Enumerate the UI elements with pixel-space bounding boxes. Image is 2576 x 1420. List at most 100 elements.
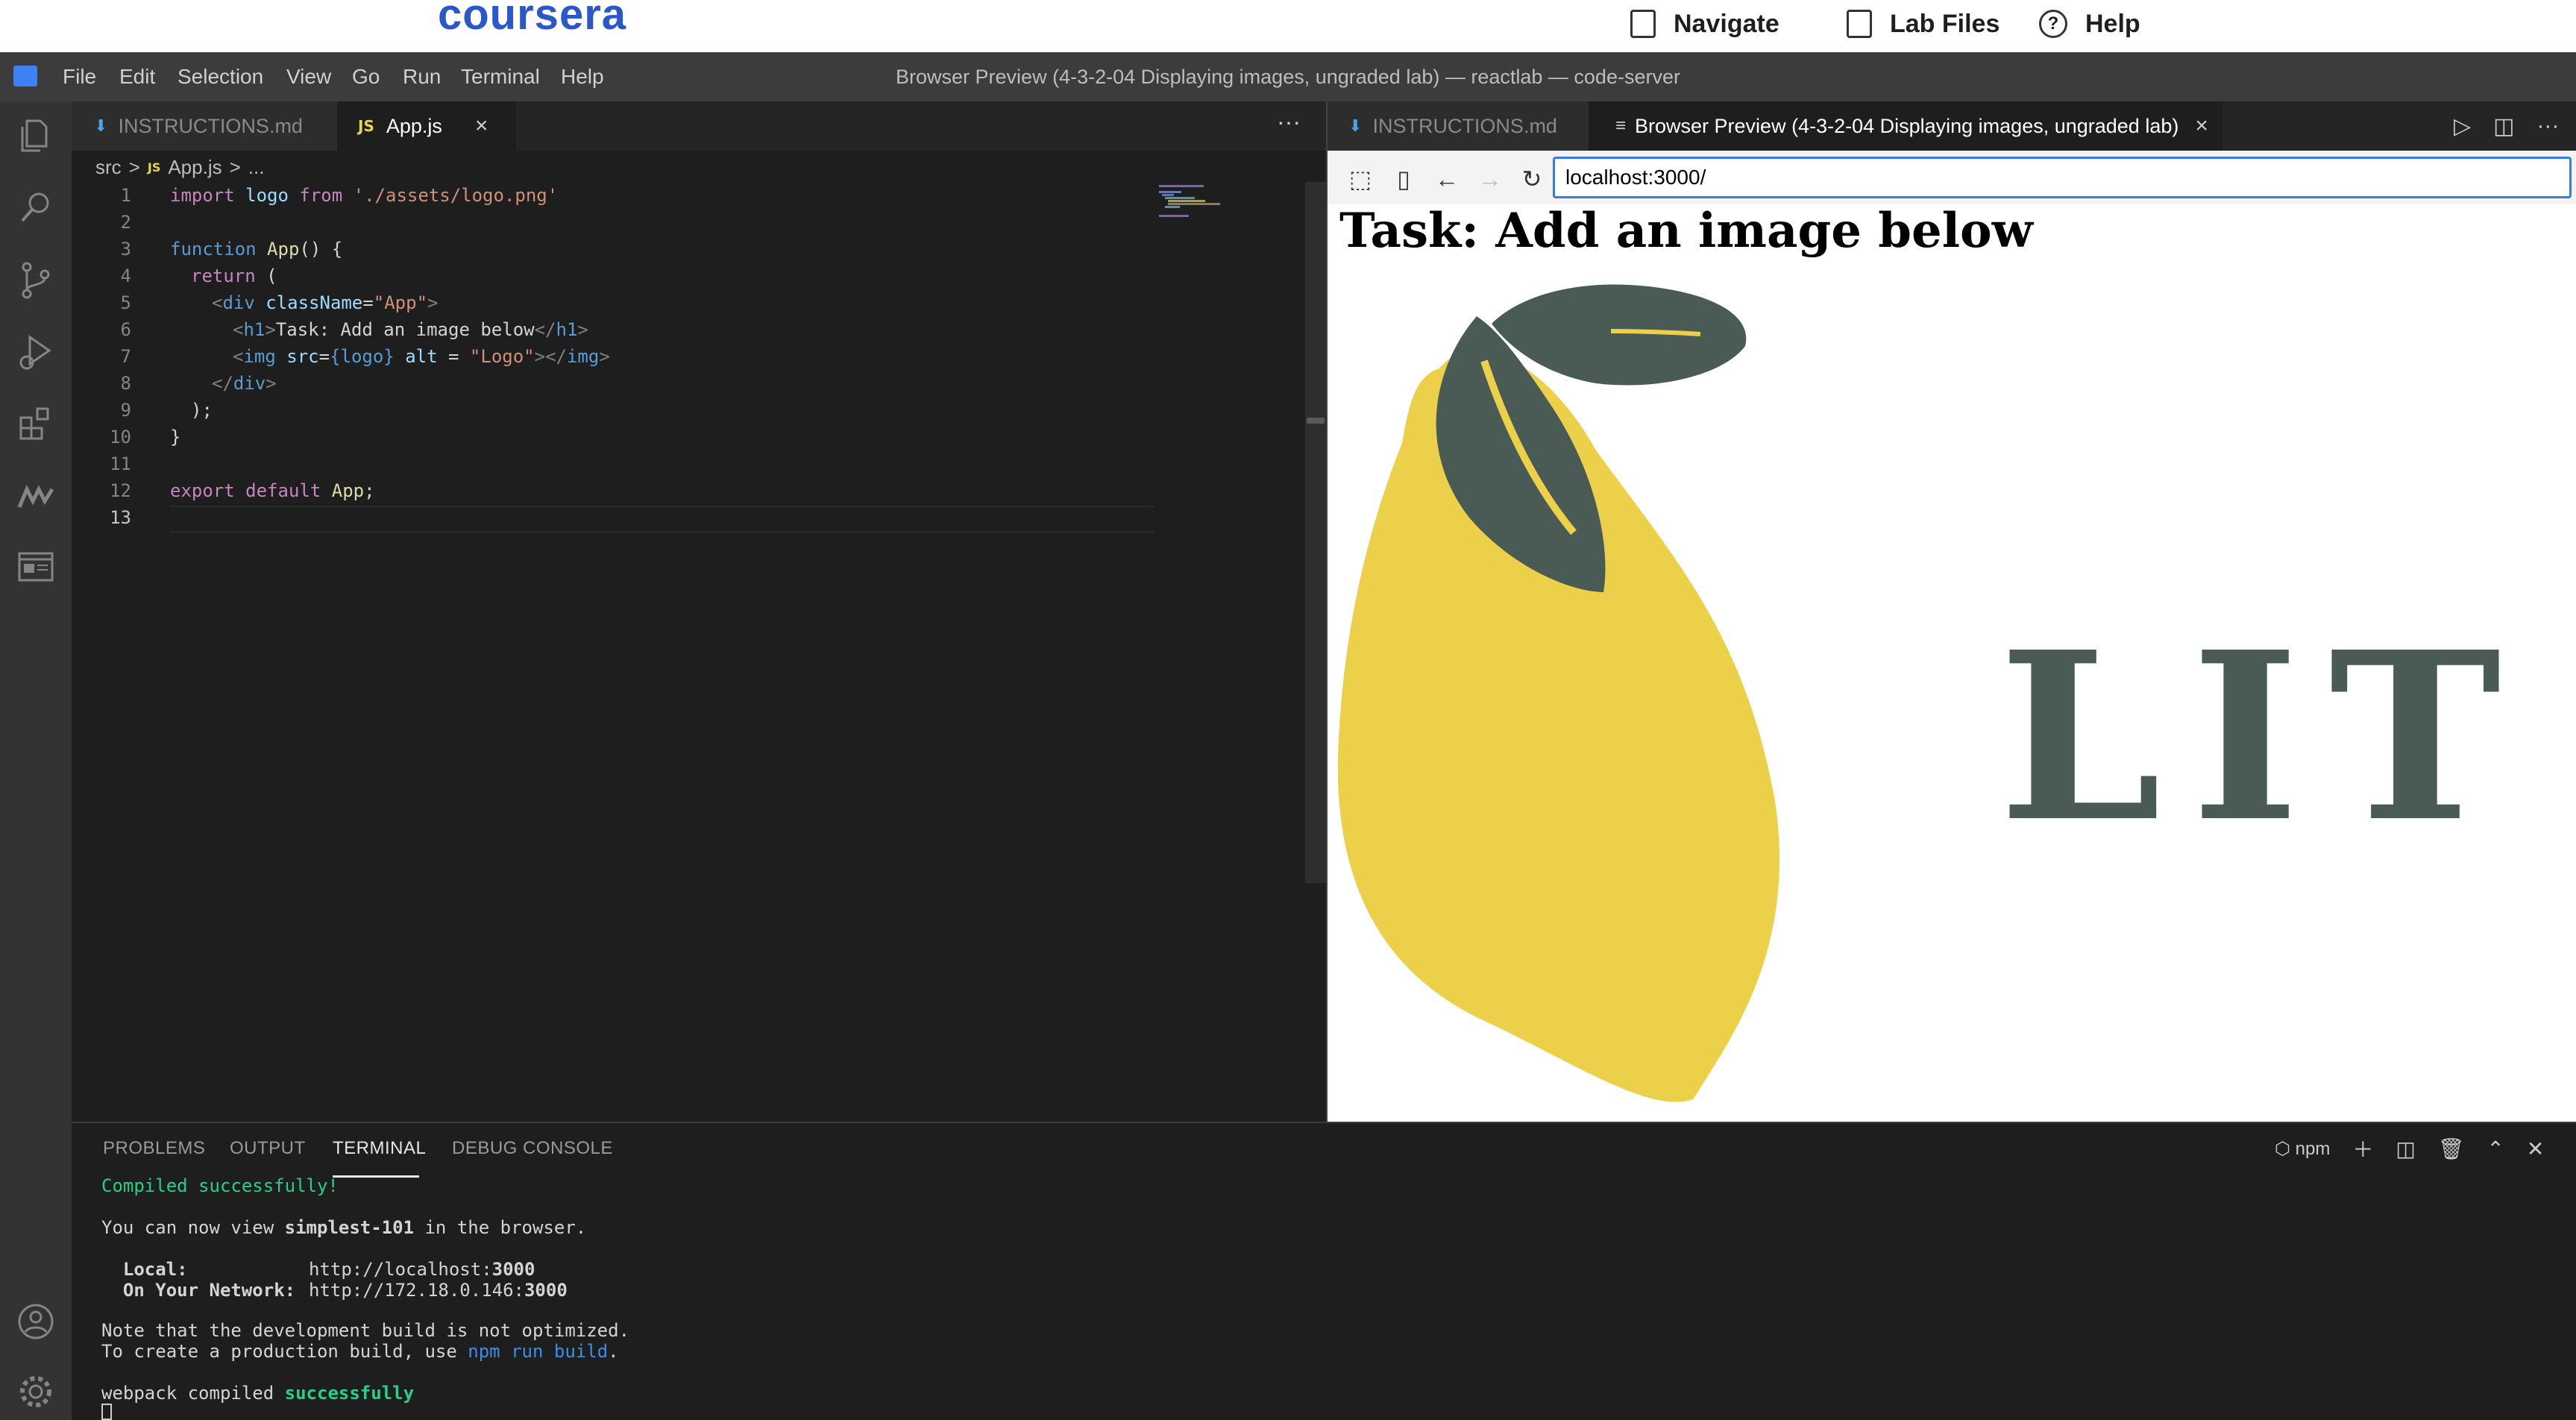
logo-text: LIT: [1999, 602, 2531, 873]
close-icon[interactable]: ×: [475, 113, 489, 139]
line-number: 12: [110, 480, 131, 501]
tab-app-js[interactable]: JS App.js ×: [337, 101, 516, 151]
navigate-icon: [1630, 10, 1656, 38]
account-icon[interactable]: [13, 1299, 58, 1344]
editor-tabs-right: ⬇ INSTRUCTIONS.md ≡ Browser Preview (4-3…: [1326, 101, 2576, 151]
close-icon[interactable]: ×: [2195, 113, 2208, 139]
extensions-icon[interactable]: [13, 401, 58, 446]
line-number: 5: [120, 292, 131, 313]
line-number: 6: [120, 319, 131, 340]
more-actions-icon[interactable]: ···: [2536, 113, 2559, 139]
terminal-line: On Your Network: http://172.18.0.146:3000: [101, 1280, 568, 1301]
more-actions-icon[interactable]: ···: [1277, 108, 1301, 136]
help-label: Help: [2085, 9, 2140, 38]
tab-problems[interactable]: PROBLEMS: [103, 1138, 205, 1168]
manage-gear-icon[interactable]: [13, 1369, 58, 1414]
window-title: Browser Preview (4-3-2-04 Displaying ima…: [896, 66, 1680, 88]
split-editor-icon[interactable]: ◫: [2493, 113, 2514, 139]
editor-actions: ▷ ◫ ···: [2454, 101, 2559, 151]
code-line-10: }: [170, 427, 181, 447]
help-button[interactable]: ? Help: [2039, 6, 2140, 42]
menu-selection[interactable]: Selection: [178, 63, 263, 91]
device-toggle-icon[interactable]: ▯: [1389, 164, 1419, 194]
split-terminal-icon[interactable]: ◫: [2396, 1137, 2415, 1161]
minimap[interactable]: [1156, 182, 1305, 227]
line-number: 7: [120, 346, 131, 367]
navigate-button[interactable]: Navigate: [1630, 6, 1779, 42]
reload-icon[interactable]: ↻: [1517, 164, 1547, 194]
code-line-9: );: [191, 400, 213, 421]
terminal-selector[interactable]: ⬡ npm: [2275, 1138, 2330, 1160]
page-heading: Task: Add an image below: [1339, 204, 2033, 259]
navigate-label: Navigate: [1674, 9, 1779, 38]
tab-output[interactable]: OUTPUT: [230, 1138, 306, 1168]
tab-terminal[interactable]: TERMINAL: [333, 1138, 426, 1168]
tab-instructions-md-right[interactable]: ⬇ INSTRUCTIONS.md: [1328, 101, 1589, 151]
source-control-icon[interactable]: [13, 258, 58, 303]
menu-edit[interactable]: Edit: [119, 63, 155, 91]
menu-file[interactable]: File: [63, 63, 96, 91]
tab-label: INSTRUCTIONS.md: [118, 114, 303, 137]
breadcrumb-folder[interactable]: src: [95, 156, 122, 179]
terminal-icon: ⬡: [2275, 1138, 2296, 1159]
close-panel-icon[interactable]: ✕: [2527, 1137, 2544, 1161]
search-icon[interactable]: [13, 185, 58, 230]
inspect-icon[interactable]: ⬚: [1345, 164, 1375, 194]
line-number: 9: [120, 400, 131, 421]
back-icon[interactable]: ←: [1432, 164, 1462, 194]
line-number: 4: [120, 266, 131, 286]
terminal-line: Compiled successfully!: [101, 1175, 339, 1196]
line-number: 1: [120, 185, 131, 206]
run-debug-icon[interactable]: [13, 330, 58, 374]
preview-file-icon: ≡: [1615, 116, 1627, 136]
terminal-cursor: [101, 1404, 112, 1420]
code-line-8: </div>: [212, 373, 277, 394]
maximize-panel-icon[interactable]: ⌃: [2487, 1137, 2504, 1161]
chevron-right-icon: >: [128, 155, 140, 178]
coursera-logo[interactable]: coursera: [438, 0, 626, 40]
menu-go[interactable]: Go: [352, 63, 380, 91]
trash-icon[interactable]: 🗑: [2438, 1137, 2465, 1161]
tab-instructions-md[interactable]: ⬇ INSTRUCTIONS.md: [72, 101, 337, 151]
breadcrumb: src > JS App.js > ...: [95, 152, 264, 182]
lab-files-button[interactable]: Lab Files: [1847, 6, 1999, 42]
code-line-6: <h1>Task: Add an image below</h1>: [233, 319, 588, 340]
breadcrumb-file[interactable]: App.js: [168, 156, 222, 179]
code-server-menu-icon[interactable]: [13, 66, 37, 87]
current-line-highlight: [170, 506, 1155, 532]
explorer-icon[interactable]: [13, 113, 58, 158]
lab-files-icon: [1847, 10, 1872, 38]
forward-icon: →: [1478, 166, 1502, 192]
code-line-3: function App() {: [170, 239, 343, 260]
menu-view[interactable]: View: [286, 63, 331, 91]
help-icon: ?: [2039, 10, 2067, 38]
chevron-right-icon: >: [229, 155, 241, 178]
tab-browser-preview[interactable]: ≡ Browser Preview (4-3-2-04 Displaying i…: [1589, 101, 2222, 151]
markdown-file-icon: ⬇: [94, 116, 108, 135]
active-tab-underline: [333, 1175, 419, 1178]
url-input[interactable]: localhost:3000/: [1553, 157, 2572, 198]
code-line-7: <img src={logo} alt = "Logo"></img>: [233, 346, 610, 367]
menu-run[interactable]: Run: [403, 63, 441, 91]
breadcrumb-rest[interactable]: ...: [248, 156, 265, 179]
scrollbar-thumb[interactable]: [1307, 418, 1325, 424]
js-file-icon: JS: [358, 117, 374, 135]
menu-help[interactable]: Help: [561, 63, 604, 91]
tab-label: App.js: [386, 114, 442, 137]
menu-terminal[interactable]: Terminal: [461, 63, 540, 91]
menubar: Browser Preview (4-3-2-04 Displaying ima…: [0, 52, 2576, 101]
browser-viewport: Task: Add an image below LIT: [1326, 204, 2576, 1122]
js-file-icon: JS: [147, 160, 161, 175]
tab-debug-console[interactable]: DEBUG CONSOLE: [452, 1138, 613, 1168]
terminal-line: webpack compiled successfully: [101, 1383, 415, 1404]
line-number: 8: [120, 373, 131, 394]
lab-files-label: Lab Files: [1890, 9, 2000, 38]
new-terminal-icon[interactable]: ＋: [2352, 1134, 2373, 1163]
run-icon[interactable]: ▷: [2454, 113, 2471, 139]
terminal-line: You can now view simplest-101 in the bro…: [101, 1217, 587, 1238]
remote-icon[interactable]: [13, 474, 58, 519]
activity-bar: [0, 101, 72, 1420]
code-line-12: export default App;: [170, 480, 375, 501]
editor-scrollbar[interactable]: [1305, 182, 1326, 883]
browser-preview-icon[interactable]: [13, 544, 58, 589]
